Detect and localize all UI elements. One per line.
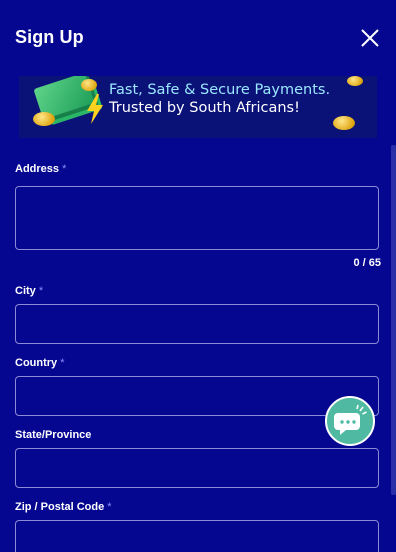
country-field[interactable] xyxy=(15,376,379,416)
required-mark: * xyxy=(107,501,112,513)
chat-support-button[interactable] xyxy=(325,396,375,446)
country-label-text: Country xyxy=(15,357,58,369)
banner-line-1: Fast, Safe & Secure Payments. xyxy=(109,82,331,98)
chat-support-icon xyxy=(334,404,367,435)
promo-banner: Fast, Safe & Secure Payments. Trusted by… xyxy=(19,76,377,138)
zip-field[interactable] xyxy=(15,520,379,552)
address-char-counter: 0 / 65 xyxy=(353,257,381,269)
close-icon xyxy=(361,29,379,47)
city-field[interactable] xyxy=(15,304,379,344)
city-label: City * xyxy=(15,285,43,297)
lightning-icon xyxy=(87,94,103,124)
coin-icon xyxy=(81,79,97,91)
coin-icon xyxy=(333,116,355,130)
state-label-text: State/Province xyxy=(15,429,92,441)
header: Sign Up xyxy=(0,0,396,76)
required-mark: * xyxy=(62,163,67,175)
country-label: Country * xyxy=(15,357,65,369)
signup-panel: Sign Up Fast, Safe & Secure Payments. Tr… xyxy=(0,0,396,552)
address-field[interactable] xyxy=(15,186,379,250)
banner-text: Fast, Safe & Secure Payments. Trusted by… xyxy=(109,81,330,117)
zip-label-text: Zip / Postal Code xyxy=(15,501,105,513)
banner-line-2: Trusted by South Africans! xyxy=(109,100,300,116)
address-label: Address * xyxy=(15,163,66,175)
state-label: State/Province xyxy=(15,429,91,441)
address-label-text: Address xyxy=(15,163,60,175)
required-mark: * xyxy=(60,357,65,369)
state-field[interactable] xyxy=(15,448,379,488)
close-button[interactable] xyxy=(360,28,380,48)
coin-icon xyxy=(33,112,55,126)
required-mark: * xyxy=(38,285,44,297)
coin-icon xyxy=(347,76,363,86)
scrollbar[interactable] xyxy=(391,145,396,495)
city-label-text: City xyxy=(15,285,36,297)
page-title: Sign Up xyxy=(15,27,84,47)
zip-label: Zip / Postal Code * xyxy=(15,501,112,513)
